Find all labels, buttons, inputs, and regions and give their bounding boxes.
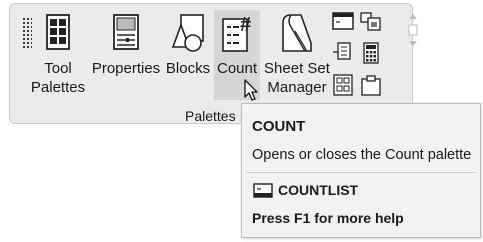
tooltip-help-text: Press F1 for more help bbox=[252, 210, 404, 226]
sheet-set-manager-button[interactable]: Sheet Set Manager bbox=[262, 10, 332, 100]
tool-palette-clipboard-icon[interactable] bbox=[360, 74, 382, 96]
palettes-panel-title[interactable]: Palettes bbox=[185, 108, 236, 124]
count-label: Count bbox=[216, 60, 258, 77]
markup-set-manager-icon[interactable] bbox=[332, 74, 354, 96]
external-references-icon[interactable] bbox=[332, 42, 354, 62]
design-center-icon[interactable] bbox=[360, 12, 382, 32]
quickcalc-icon[interactable] bbox=[362, 42, 380, 64]
blocks-icon bbox=[171, 14, 204, 52]
count-icon: # bbox=[222, 14, 251, 52]
command-line-icon[interactable] bbox=[332, 12, 354, 30]
properties-icon bbox=[113, 14, 139, 50]
blocks-button[interactable]: Blocks bbox=[164, 10, 212, 100]
properties-label: Properties bbox=[91, 60, 161, 77]
tool-palettes-label: Tool Palettes bbox=[30, 60, 86, 96]
tool-palettes-button[interactable]: Tool Palettes bbox=[28, 10, 88, 100]
sheet-set-manager-icon bbox=[282, 14, 312, 52]
sheet-set-manager-label: Sheet Set Manager bbox=[264, 60, 330, 96]
tooltip-command-name: COUNTLIST bbox=[278, 182, 359, 198]
mouse-pointer-icon bbox=[244, 79, 258, 101]
blocks-label: Blocks bbox=[165, 60, 211, 77]
properties-button[interactable]: Properties bbox=[90, 10, 162, 100]
panel-scroll-arrows[interactable] bbox=[406, 11, 420, 51]
command-line-icon bbox=[253, 183, 273, 198]
svg-text:#: # bbox=[240, 14, 251, 36]
tooltip-description: Opens or closes the Count palette bbox=[252, 147, 472, 163]
tooltip-divider bbox=[246, 172, 476, 173]
count-tooltip: COUNT Opens or closes the Count palette … bbox=[241, 103, 481, 238]
tooltip-title: COUNT bbox=[252, 118, 306, 135]
tool-palettes-icon bbox=[46, 14, 70, 50]
